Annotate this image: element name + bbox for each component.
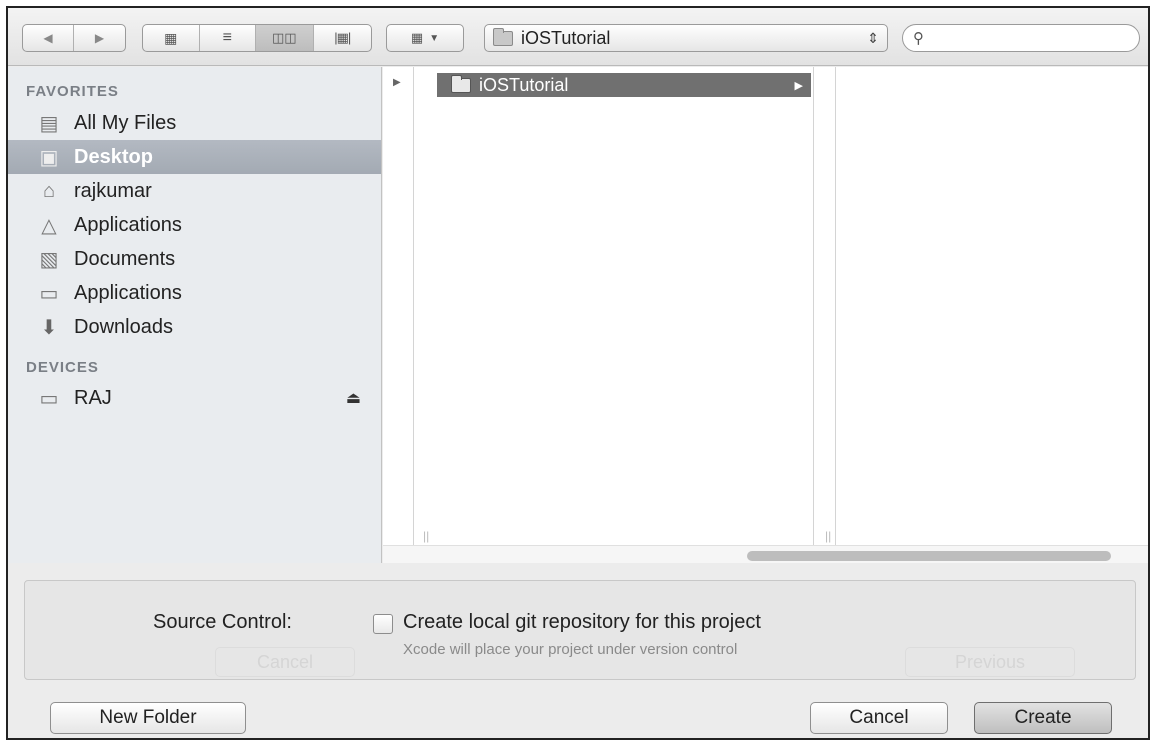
eject-icon[interactable]: ⏏ [346, 388, 361, 408]
downloads-icon: ⬇ [40, 316, 58, 339]
ghost-cancel-button: Cancel [215, 647, 355, 677]
column-view-button[interactable]: ◫◫ [256, 25, 314, 51]
sidebar-item-all-my-files[interactable]: ▤ All My Files [8, 106, 381, 140]
coverflow-view-icon: |▦| [334, 30, 351, 45]
arrange-cell: ▦ ▼ [387, 25, 463, 51]
applications-icon: △ [41, 214, 57, 237]
arrange-icon: ▦ [410, 30, 424, 45]
coverflow-view-button[interactable]: |▦| [314, 25, 371, 51]
column-view-icon: ◫◫ [271, 30, 297, 45]
back-arrow-icon: ◀ [43, 31, 53, 45]
column-divider[interactable] [835, 67, 836, 545]
sidebar-item-desktop[interactable]: ▣ Desktop [8, 140, 381, 174]
chevron-down-icon: ▼ [429, 32, 440, 44]
search-input[interactable] [930, 28, 1120, 48]
sidebar-item-documents[interactable]: ▧ Documents [8, 242, 381, 276]
sidebar-item-applications-folder[interactable]: ▭ Applications [8, 276, 381, 310]
column-item-iostutorial[interactable]: iOSTutorial ▶ [437, 73, 811, 97]
chevron-right-icon: ▶ [794, 79, 803, 92]
folder-icon [451, 74, 471, 93]
path-popup-label: iOSTutorial [521, 27, 611, 48]
source-control-label: Source Control: [153, 611, 292, 633]
back-button[interactable]: ◀ [23, 25, 75, 51]
save-dialog: ◀ ▶ ▦ ≡ ◫◫ |▦| ▦ ▼ iOSTutorial ⇕ ⚲ FAVOR… [6, 6, 1150, 740]
sidebar-item-label: All My Files [74, 111, 177, 134]
folder-icon [493, 27, 513, 46]
all-files-icon: ▤ [39, 112, 59, 135]
git-repository-checkbox[interactable] [373, 614, 393, 634]
column-resize-handle[interactable]: || [423, 529, 429, 543]
list-view-icon: ≡ [222, 29, 232, 46]
icon-view-icon: ▦ [164, 29, 178, 46]
disk-icon: ▭ [39, 387, 59, 410]
desktop-icon: ▣ [39, 146, 59, 169]
sidebar-item-label: Documents [74, 247, 176, 270]
search-field[interactable]: ⚲ [902, 24, 1140, 52]
sidebar-item-label: Applications [74, 213, 182, 236]
disclosure-arrow-icon: ▶ [393, 77, 401, 88]
scrollbar-thumb[interactable] [747, 551, 1111, 561]
forward-button[interactable]: ▶ [74, 25, 125, 51]
home-icon: ⌂ [42, 179, 56, 202]
view-mode-control: ▦ ≡ ◫◫ |▦| [142, 24, 372, 52]
sidebar-item-label: Applications [74, 281, 182, 304]
arrange-button[interactable]: ▦ ▼ [386, 24, 464, 52]
back-forward-control: ◀ ▶ [22, 24, 126, 52]
sidebar-item-downloads[interactable]: ⬇ Downloads [8, 310, 381, 344]
sidebar-item-label: Downloads [74, 315, 173, 338]
checkbox-description: Xcode will place your project under vers… [403, 641, 738, 658]
list-view-button[interactable]: ≡ [200, 25, 256, 51]
sidebar-item-label: Desktop [74, 145, 153, 168]
create-button[interactable]: Create [974, 702, 1112, 734]
ghost-previous-button: Previous [905, 647, 1075, 677]
path-popup[interactable]: iOSTutorial ⇕ [484, 24, 888, 52]
sidebar-item-label: RAJ [74, 386, 112, 409]
toolbar: ◀ ▶ ▦ ≡ ◫◫ |▦| ▦ ▼ iOSTutorial ⇕ ⚲ [8, 8, 1148, 66]
sidebar-item-applications[interactable]: △ Applications [8, 208, 381, 242]
documents-icon: ▧ [39, 248, 59, 271]
new-folder-button[interactable]: New Folder [50, 702, 246, 734]
folder-icon: ▭ [39, 282, 59, 305]
favorites-header: FAVORITES [26, 83, 119, 100]
search-icon: ⚲ [913, 30, 924, 47]
source-control-options: Cancel Previous Source Control: Create l… [24, 580, 1136, 680]
forward-arrow-icon: ▶ [94, 31, 105, 45]
checkbox-label[interactable]: Create local git repository for this pro… [403, 611, 761, 634]
icon-view-button[interactable]: ▦ [143, 25, 200, 51]
sidebar-item-raj[interactable]: ▭ RAJ ⏏ [8, 381, 381, 415]
cancel-button[interactable]: Cancel [810, 702, 948, 734]
column-divider[interactable] [813, 67, 814, 545]
popup-stepper-icon: ⇕ [867, 29, 879, 46]
devices-header: DEVICES [26, 359, 99, 376]
sidebar: FAVORITES ▤ All My Files ▣ Desktop ⌂ raj… [8, 67, 382, 563]
column-browser: ▶ iOSTutorial ▶ || || [383, 67, 1148, 563]
sidebar-item-label: rajkumar [74, 179, 152, 202]
sidebar-item-rajkumar[interactable]: ⌂ rajkumar [8, 174, 381, 208]
column-resize-handle[interactable]: || [825, 529, 831, 543]
column-divider[interactable] [413, 67, 414, 545]
column-item-label: iOSTutorial [479, 74, 569, 95]
